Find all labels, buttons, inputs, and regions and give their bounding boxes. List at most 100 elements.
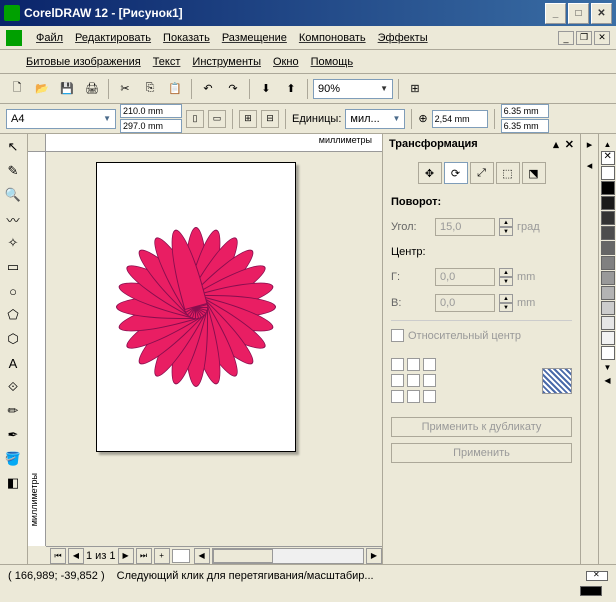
- color-swatch[interactable]: [601, 181, 615, 195]
- ruler-origin[interactable]: [28, 134, 46, 152]
- color-swatch[interactable]: [601, 241, 615, 255]
- scroll-left-button[interactable]: ◀: [194, 548, 210, 564]
- color-swatch[interactable]: [601, 196, 615, 210]
- position-tab[interactable]: ✥: [418, 162, 442, 184]
- color-swatch[interactable]: [601, 331, 615, 345]
- redo-button[interactable]: ↷: [222, 78, 244, 100]
- no-color-swatch[interactable]: ✕: [601, 151, 615, 165]
- menu-help[interactable]: Помощь: [305, 54, 360, 70]
- page-tab[interactable]: [172, 549, 190, 563]
- mdi-restore[interactable]: ❐: [576, 31, 592, 45]
- color-swatch[interactable]: [601, 211, 615, 225]
- flower-artwork[interactable]: [116, 227, 276, 387]
- apply-button[interactable]: Применить: [391, 443, 572, 463]
- rotate-tab[interactable]: ⟳: [444, 162, 468, 184]
- hscrollbar[interactable]: [212, 548, 364, 564]
- h-down[interactable]: ▼: [499, 277, 513, 286]
- menu-tools[interactable]: Инструменты: [186, 54, 267, 70]
- color-swatch[interactable]: [601, 286, 615, 300]
- outline-tool[interactable]: ✒: [2, 424, 24, 446]
- portrait-button[interactable]: ▯: [186, 110, 204, 128]
- v-up[interactable]: ▲: [499, 294, 513, 303]
- canvas-viewport[interactable]: [46, 152, 382, 546]
- h-up[interactable]: ▲: [499, 268, 513, 277]
- new-button[interactable]: 🗋: [6, 78, 28, 100]
- center-h-input[interactable]: 0,0: [435, 268, 495, 286]
- app-menu-icon[interactable]: [6, 30, 22, 46]
- center-v-input[interactable]: 0,0: [435, 294, 495, 312]
- copy-button[interactable]: ⎘: [139, 78, 161, 100]
- palette-up[interactable]: ▲: [602, 138, 614, 151]
- undo-button[interactable]: ↶: [197, 78, 219, 100]
- scale-tab[interactable]: ⤢: [470, 162, 494, 184]
- units-select[interactable]: мил...: [345, 109, 405, 129]
- color-swatch[interactable]: [601, 256, 615, 270]
- pick-tool[interactable]: ↖: [2, 136, 24, 158]
- menu-arrange[interactable]: Компоновать: [293, 30, 372, 46]
- page-width-input[interactable]: 210.0 mm: [120, 104, 182, 118]
- docker-close-button[interactable]: ✕: [565, 138, 574, 151]
- freehand-tool[interactable]: 〰: [2, 208, 24, 230]
- menu-window[interactable]: Окно: [267, 54, 305, 70]
- add-page-button[interactable]: +: [154, 548, 170, 564]
- import-button[interactable]: ⬇: [255, 78, 277, 100]
- palette-flyout[interactable]: ◀: [602, 374, 612, 387]
- polygon-tool[interactable]: ⬠: [2, 304, 24, 326]
- next-page-button[interactable]: ▶: [118, 548, 134, 564]
- paste-button[interactable]: 📋: [164, 78, 186, 100]
- dup-x-input[interactable]: 6.35 mm: [501, 104, 549, 118]
- fill-swatch[interactable]: [586, 571, 608, 581]
- angle-down[interactable]: ▼: [499, 227, 513, 236]
- text-tool[interactable]: A: [2, 352, 24, 374]
- print-button[interactable]: 🖨: [81, 78, 103, 100]
- zoom-tool[interactable]: 🔍: [2, 184, 24, 206]
- ellipse-tool[interactable]: ○: [2, 280, 24, 302]
- origin-grid[interactable]: [391, 358, 436, 403]
- dup-y-input[interactable]: 6.35 mm: [501, 119, 549, 133]
- mdi-minimize[interactable]: _: [558, 31, 574, 45]
- menu-text[interactable]: Текст: [147, 54, 187, 70]
- palette-down[interactable]: ▼: [602, 361, 614, 374]
- outline-swatch[interactable]: [580, 586, 602, 596]
- nudge-input[interactable]: 2,54 mm: [432, 110, 488, 128]
- open-button[interactable]: 📂: [31, 78, 53, 100]
- close-button[interactable]: ✕: [591, 3, 612, 24]
- angle-input[interactable]: 15,0: [435, 218, 495, 236]
- fill-tool[interactable]: 🪣: [2, 448, 24, 470]
- apply-duplicate-button[interactable]: Применить к дубликату: [391, 417, 572, 437]
- rectangle-tool[interactable]: ▭: [2, 256, 24, 278]
- smart-draw-tool[interactable]: ✧: [2, 232, 24, 254]
- pages-button-2[interactable]: ⊟: [261, 110, 279, 128]
- interactive-fill-tool[interactable]: ◧: [2, 472, 24, 494]
- color-swatch[interactable]: [601, 316, 615, 330]
- pages-button-1[interactable]: ⊞: [239, 110, 257, 128]
- export-button[interactable]: ⬆: [280, 78, 302, 100]
- menu-layout[interactable]: Размещение: [216, 30, 293, 46]
- page-height-input[interactable]: 297.0 mm: [120, 119, 182, 133]
- ruler-horizontal[interactable]: миллиметры: [46, 134, 382, 152]
- docker-flyout-icon[interactable]: ▸: [587, 138, 593, 151]
- v-down[interactable]: ▼: [499, 303, 513, 312]
- prev-page-button[interactable]: ◀: [68, 548, 84, 564]
- docker-flyout-icon-2[interactable]: ◂: [587, 159, 593, 172]
- angle-up[interactable]: ▲: [499, 218, 513, 227]
- calendar-icon[interactable]: [542, 368, 572, 394]
- app-launcher-button[interactable]: ⊞: [404, 78, 426, 100]
- menu-effects[interactable]: Эффекты: [372, 30, 434, 46]
- docker-collapse-button[interactable]: ▴: [553, 138, 559, 151]
- maximize-button[interactable]: □: [568, 3, 589, 24]
- save-button[interactable]: 💾: [56, 78, 78, 100]
- color-swatch[interactable]: [601, 271, 615, 285]
- last-page-button[interactable]: ⏭: [136, 548, 152, 564]
- minimize-button[interactable]: _: [545, 3, 566, 24]
- relative-checkbox[interactable]: [391, 329, 404, 342]
- interactive-blend-tool[interactable]: ⟐: [2, 376, 24, 398]
- color-swatch[interactable]: [601, 346, 615, 360]
- size-tab[interactable]: ⬚: [496, 162, 520, 184]
- menu-bitmaps[interactable]: Битовые изображения: [20, 54, 147, 70]
- ruler-vertical[interactable]: миллиметры: [28, 152, 46, 546]
- mdi-close[interactable]: ✕: [594, 31, 610, 45]
- landscape-button[interactable]: ▭: [208, 110, 226, 128]
- skew-tab[interactable]: ⬔: [522, 162, 546, 184]
- color-swatch[interactable]: [601, 301, 615, 315]
